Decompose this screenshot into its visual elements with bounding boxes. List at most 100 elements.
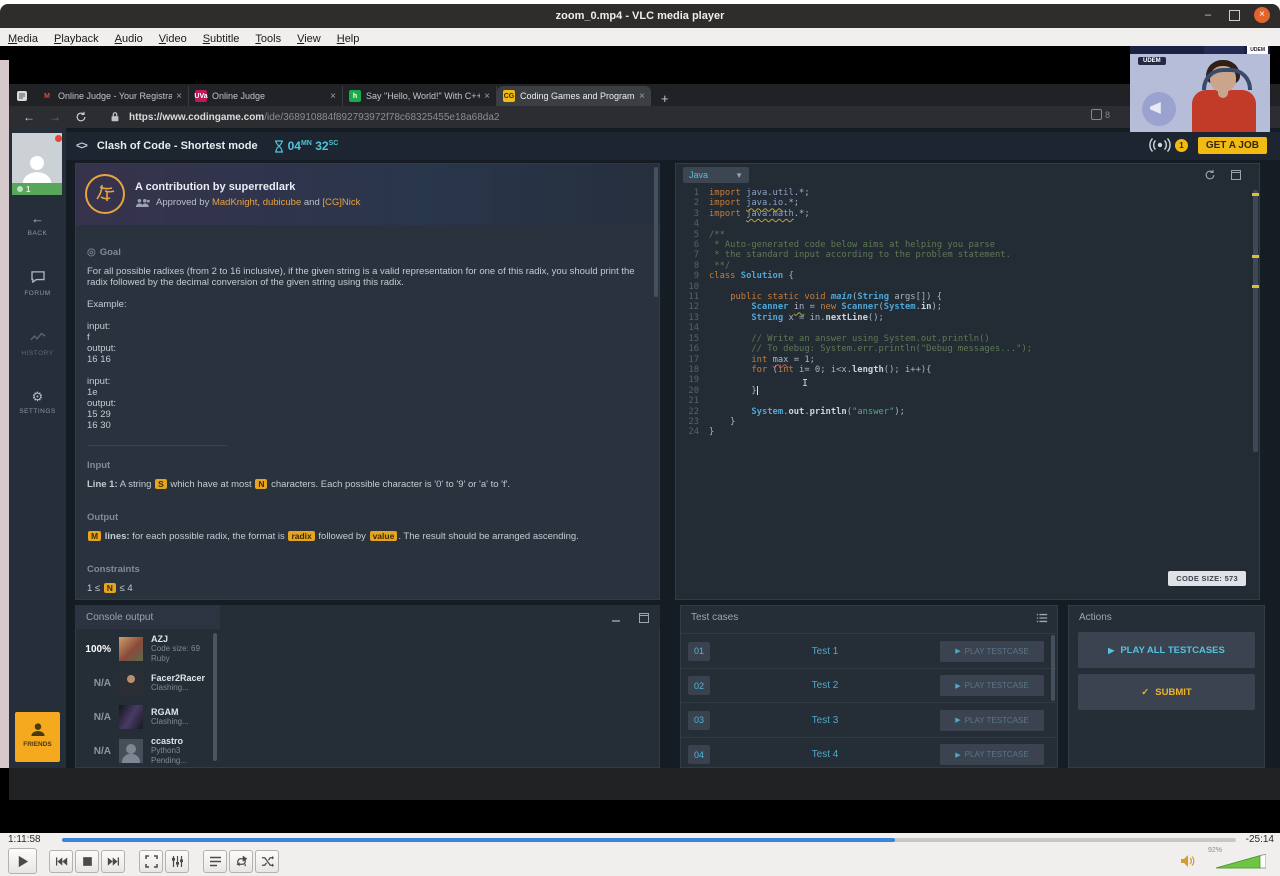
browser-extensions-badge[interactable]: 8 <box>1091 109 1110 120</box>
sidebar-item-back[interactable]: ←BACK <box>9 210 66 237</box>
browser-tab[interactable]: CGCoding Games and Programmin× <box>497 86 651 106</box>
code-line[interactable]: 2import java.io.*; <box>675 198 1250 208</box>
play-testcase-button[interactable]: ▶PLAY TESTCASE <box>940 641 1044 662</box>
code-line[interactable]: 8 **/ <box>675 261 1250 271</box>
video-area[interactable]: MOnline Judge - Your Registration×UVaOnl… <box>0 46 1280 833</box>
tab-close-icon[interactable]: × <box>639 91 645 102</box>
extended-settings-button[interactable] <box>165 850 189 873</box>
test-name[interactable]: Test 2 <box>710 680 940 691</box>
code-line[interactable]: 6 * Auto-generated code below aims at he… <box>675 240 1250 250</box>
play-button[interactable] <box>8 848 37 874</box>
random-button[interactable] <box>255 850 279 873</box>
seek-bar[interactable] <box>62 838 1236 842</box>
code-line[interactable]: 24} <box>675 427 1250 437</box>
code-line[interactable]: 10 <box>675 282 1250 292</box>
code-line[interactable]: 11 public static void main(String args[]… <box>675 292 1250 302</box>
browser-tab[interactable]: hSay "Hello, World!" With C++ | H× <box>343 86 497 106</box>
menu-view[interactable]: View <box>289 32 329 46</box>
browser-tab[interactable]: MOnline Judge - Your Registration× <box>35 86 189 106</box>
approver-link[interactable]: dubicube <box>263 197 302 208</box>
language-select[interactable]: Java▼ <box>683 167 749 183</box>
code-line[interactable]: 17 int max = 1; <box>675 355 1250 365</box>
console-scrollbar[interactable] <box>213 633 217 761</box>
playlist-button[interactable] <box>203 850 227 873</box>
code-line[interactable]: 13 String x = in.nextLine(); <box>675 313 1250 323</box>
tests-title: Test cases <box>691 612 738 623</box>
test-list-icon[interactable] <box>1036 611 1048 629</box>
refresh-icon[interactable] <box>75 111 87 123</box>
forward-icon[interactable]: → <box>49 110 61 124</box>
vlc-window: zoom_0.mp4 - VLC media player – × MediaP… <box>0 0 1280 876</box>
code-line[interactable]: 16 // To debug: System.err.println("Debu… <box>675 344 1250 354</box>
console-minimize-icon[interactable] <box>610 611 622 629</box>
menu-help[interactable]: Help <box>329 32 368 46</box>
test-name[interactable]: Test 3 <box>710 715 940 726</box>
console-expand-icon[interactable] <box>638 611 650 629</box>
tests-scrollbar[interactable] <box>1051 635 1055 701</box>
volume-slider[interactable] <box>1216 854 1266 874</box>
code-line[interactable]: 14 <box>675 323 1250 333</box>
tab-label: Say "Hello, World!" With C++ | H <box>366 91 480 101</box>
code-line[interactable]: 5/** <box>675 230 1250 240</box>
broadcast-icon[interactable]: 1 <box>1147 138 1188 152</box>
tab-close-icon[interactable]: × <box>330 91 336 102</box>
maximize-button[interactable] <box>1229 10 1240 21</box>
code-line[interactable]: 20 } <box>675 386 1250 396</box>
code-line[interactable]: 23 } <box>675 417 1250 427</box>
sidebar-item-forum[interactable]: FORUM <box>9 270 66 297</box>
approver-link[interactable]: MadKnight <box>212 197 257 208</box>
code-line[interactable]: 18 for (int i= 0; i<x.length(); i++){ <box>675 365 1250 375</box>
code-line[interactable]: 3import java.math.*; <box>675 209 1250 219</box>
menu-subtitle[interactable]: Subtitle <box>195 32 248 46</box>
code-area[interactable]: 1import java.util.*;2import java.io.*;3i… <box>675 188 1250 438</box>
code-line[interactable]: 19 <box>675 375 1250 385</box>
tab-close-icon[interactable]: × <box>176 91 182 102</box>
tab-close-icon[interactable]: × <box>484 91 490 102</box>
code-line[interactable]: 22 System.out.println("answer"); <box>675 407 1250 417</box>
play-testcase-button[interactable]: ▶PLAY TESTCASE <box>940 675 1044 696</box>
close-button[interactable]: × <box>1254 7 1270 23</box>
back-icon[interactable]: ← <box>23 110 35 124</box>
browser-tab[interactable]: UVaOnline Judge× <box>189 86 343 106</box>
url-bar[interactable]: https://www.codingame.com/ide/368910884f… <box>129 112 499 123</box>
sidebar-item-settings[interactable]: ⚙SETTINGS <box>9 388 66 415</box>
code-line[interactable]: 4 <box>675 219 1250 229</box>
statement-scrollbar[interactable] <box>654 167 658 297</box>
speaker-icon[interactable] <box>1180 854 1195 868</box>
sidebar-item-history[interactable]: HISTORY <box>9 330 66 357</box>
loop-button[interactable] <box>229 850 253 873</box>
avatar[interactable] <box>12 133 62 183</box>
player-name: Facer2Racer <box>151 674 205 684</box>
friends-button[interactable]: FRIENDS <box>15 712 60 762</box>
fullscreen-button[interactable] <box>139 850 163 873</box>
minimize-button[interactable]: – <box>1201 9 1215 21</box>
test-name[interactable]: Test 1 <box>710 646 940 657</box>
menu-media[interactable]: Media <box>0 32 46 46</box>
code-line[interactable]: 15 // Write an answer using System.out.p… <box>675 334 1250 344</box>
code-line[interactable]: 21 <box>675 396 1250 406</box>
submit-button[interactable]: ✓SUBMIT <box>1078 674 1255 710</box>
code-line[interactable]: 7 * the standard input according to the … <box>675 250 1250 260</box>
menu-video[interactable]: Video <box>151 32 195 46</box>
get-a-job-button[interactable]: GET A JOB <box>1198 137 1267 154</box>
vlc-titlebar[interactable]: zoom_0.mp4 - VLC media player – × <box>0 4 1280 28</box>
play-testcase-button[interactable]: ▶PLAY TESTCASE <box>940 744 1044 765</box>
play-testcase-button[interactable]: ▶PLAY TESTCASE <box>940 710 1044 731</box>
code-line[interactable]: 9class Solution { <box>675 271 1250 281</box>
play-all-testcases-button[interactable]: ▶PLAY ALL TESTCASES <box>1078 632 1255 668</box>
menu-audio[interactable]: Audio <box>107 32 151 46</box>
approver-link[interactable]: [CG]Nick <box>322 197 360 208</box>
browser-profile-tab[interactable] <box>9 86 35 106</box>
editor-expand-icon[interactable] <box>1230 168 1242 186</box>
editor-scrollbar[interactable] <box>1253 190 1258 452</box>
previous-button[interactable] <box>49 850 73 873</box>
menu-playback[interactable]: Playback <box>46 32 107 46</box>
code-line[interactable]: 12 Scanner in = new Scanner(System.in); <box>675 302 1250 312</box>
test-name[interactable]: Test 4 <box>710 749 940 760</box>
editor-refresh-icon[interactable] <box>1204 168 1216 186</box>
next-button[interactable] <box>101 850 125 873</box>
menu-tools[interactable]: Tools <box>247 32 289 46</box>
stop-button[interactable] <box>75 850 99 873</box>
code-line[interactable]: 1import java.util.*; <box>675 188 1250 198</box>
new-tab-button[interactable]: + <box>661 91 669 106</box>
